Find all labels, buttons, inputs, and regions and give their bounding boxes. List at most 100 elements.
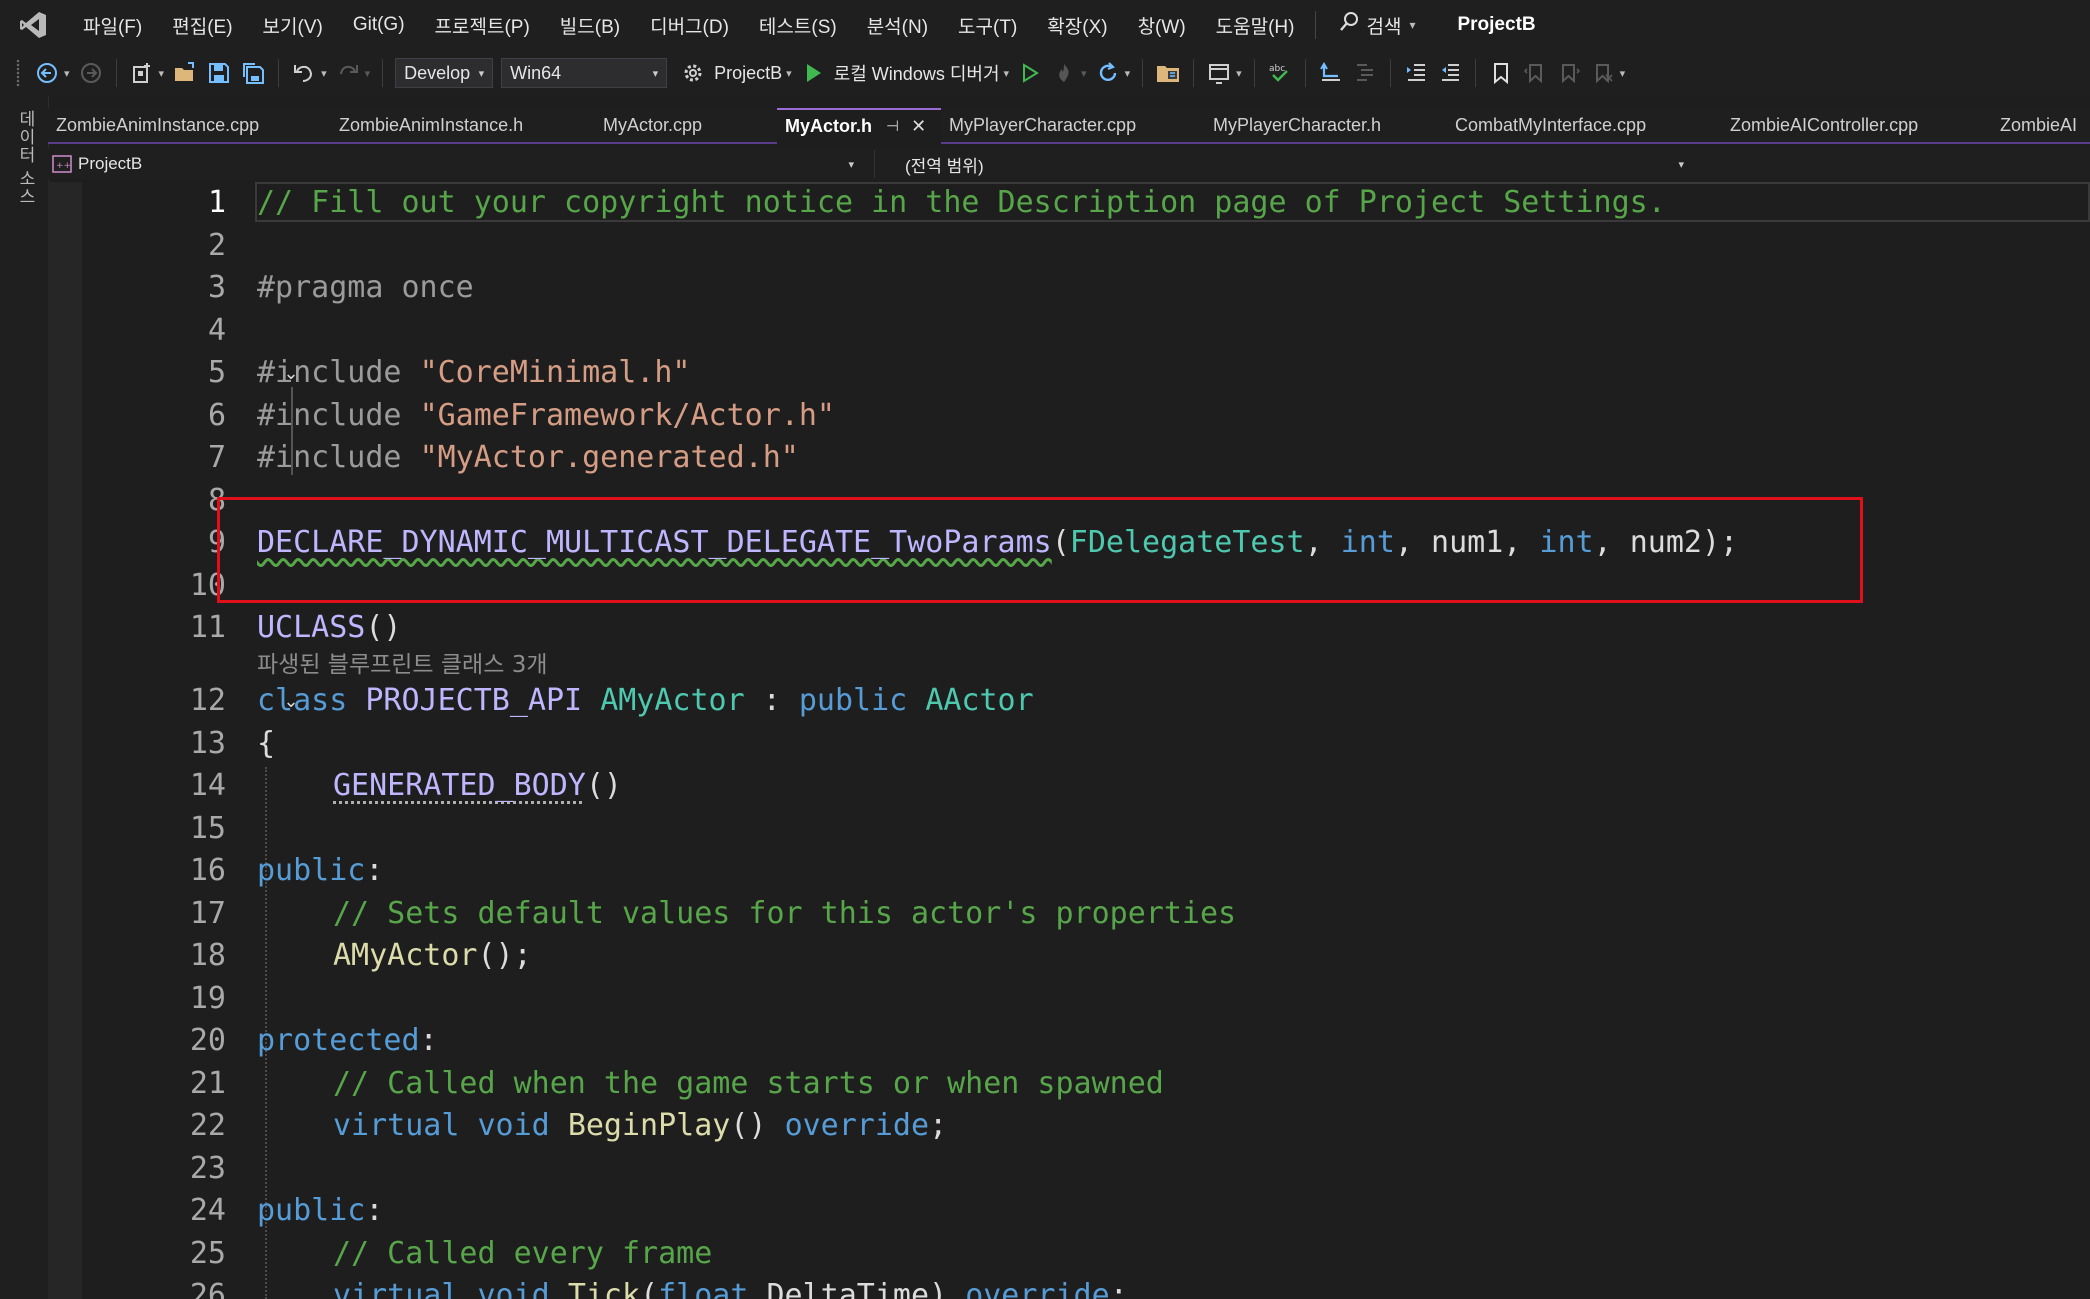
start-debugging-icon[interactable]	[799, 59, 827, 87]
code-editor[interactable]: 1 2 3 4 5 6 7 8 9 10 11 12 13 14 15 16 1…	[48, 182, 2090, 1299]
chevron-down-icon: ▾	[478, 67, 485, 80]
start-without-debugging-icon[interactable]	[1016, 59, 1044, 87]
spell-check-icon[interactable]: abc	[1266, 59, 1294, 87]
chevron-down-icon[interactable]: ▾	[1081, 67, 1087, 80]
bookmark-icon[interactable]	[1487, 59, 1515, 87]
keyword-void: void	[477, 1278, 568, 1299]
startup-project-label[interactable]: ProjectB	[714, 63, 782, 84]
gear-icon[interactable]	[679, 59, 707, 87]
tab-myplayercharacter-h[interactable]: MyPlayerCharacter.h	[1205, 108, 1447, 144]
menu-window[interactable]: 창(W)	[1123, 12, 1201, 39]
chevron-down-icon[interactable]: ▾	[1125, 67, 1131, 80]
tab-myactor-h[interactable]: MyActor.h ⊣ ✕	[777, 108, 941, 144]
menu-git[interactable]: Git(G)	[338, 14, 420, 36]
navigate-back-icon[interactable]	[33, 59, 61, 87]
undo-icon[interactable]	[290, 59, 318, 87]
toolbar-overflow-icon[interactable]: ▾	[1620, 67, 1626, 80]
menu-build[interactable]: 빌드(B)	[545, 12, 635, 39]
tab-zombieaicontroller-cpp[interactable]: ZombieAIController.cpp	[1722, 108, 1992, 144]
toolbar-grip[interactable]	[16, 59, 20, 87]
tab-myactor-cpp[interactable]: MyActor.cpp	[595, 108, 777, 144]
code-line-22: virtual void BeginPlay() override;	[333, 1105, 947, 1147]
include-path: "CoreMinimal.h"	[419, 355, 691, 390]
menu-tools[interactable]: 도구(T)	[943, 12, 1032, 39]
search-button[interactable]: 검색 ▾	[1324, 11, 1429, 39]
menu-extensions[interactable]: 확장(X)	[1032, 12, 1122, 39]
menu-project[interactable]: 프로젝트(P)	[420, 12, 545, 39]
menu-test[interactable]: 테스트(S)	[744, 12, 852, 39]
code-line-3: #pragma once	[257, 270, 474, 305]
pin-tab-icon[interactable]: ⊣	[886, 117, 899, 135]
redo-icon[interactable]	[334, 59, 362, 87]
toolbar-separator	[1304, 59, 1306, 87]
include-path: "MyActor.generated.h"	[419, 440, 799, 475]
toolbar-separator	[1389, 59, 1391, 87]
menu-edit[interactable]: 편집(E)	[157, 12, 247, 39]
restart-icon[interactable]	[1094, 59, 1122, 87]
format-document-icon[interactable]	[1351, 59, 1379, 87]
code-token: ;	[929, 1108, 948, 1143]
toolbar-separator	[382, 59, 384, 87]
tab-label: ZombieAnimInstance.h	[339, 114, 524, 135]
code-token: (	[640, 1278, 659, 1299]
chevron-down-icon[interactable]: ▾	[365, 67, 371, 80]
toolbar-separator	[1474, 59, 1476, 87]
line-number: 18	[189, 938, 226, 973]
increase-indent-icon[interactable]	[1402, 59, 1430, 87]
code-token: ()	[585, 768, 622, 803]
codelens-derived-blueprints[interactable]: 파생된 블루프린트 클래스 3개	[257, 650, 548, 680]
menu-view[interactable]: 보기(V)	[248, 12, 338, 39]
tab-myplayercharacter-cpp[interactable]: MyPlayerCharacter.cpp	[941, 108, 1205, 144]
tab-label: ZombieAI	[2000, 114, 2078, 135]
chevron-down-icon[interactable]: ▾	[321, 67, 327, 80]
local-debugger-button[interactable]: 로컬 Windows 디버거	[834, 60, 1000, 86]
chevron-down-icon[interactable]: ▾	[1236, 67, 1242, 80]
previous-bookmark-icon[interactable]	[1521, 59, 1549, 87]
chevron-down-icon[interactable]: ▾	[159, 67, 165, 80]
code-line-26: virtual void Tick(float DeltaTime) overr…	[333, 1275, 1128, 1299]
document-tab-bar: ZombieAnimInstance.cpp ZombieAnimInstanc…	[48, 108, 2090, 144]
tab-combatmyinterface-cpp[interactable]: CombatMyInterface.cpp	[1447, 108, 1722, 144]
open-file-icon[interactable]	[171, 59, 199, 87]
solution-platform-dropdown[interactable]: Win64 ▾	[501, 58, 668, 88]
toolbar-separator	[1142, 59, 1144, 87]
next-bookmark-icon[interactable]	[1555, 59, 1583, 87]
menu-analyze[interactable]: 분석(N)	[852, 12, 943, 39]
navigate-forward-icon[interactable]	[77, 59, 105, 87]
menu-separator	[1315, 11, 1317, 39]
tab-zombieai-truncated[interactable]: ZombieAI	[1992, 108, 2090, 144]
tab-zombieaniminstance-h[interactable]: ZombieAnimInstance.h	[331, 108, 595, 144]
save-all-icon[interactable]	[239, 59, 267, 87]
chevron-down-icon[interactable]: ▾	[64, 67, 70, 80]
tab-label: MyActor.cpp	[603, 114, 703, 135]
code-token: DeltaTime)	[748, 1278, 966, 1299]
solution-explorer-folder-icon[interactable]	[1154, 59, 1182, 87]
hot-reload-icon[interactable]	[1050, 59, 1078, 87]
keyword-public: public	[257, 1193, 366, 1228]
save-icon[interactable]	[205, 59, 233, 87]
solution-configuration-dropdown[interactable]: Develop ▾	[395, 58, 494, 88]
keyword-public: public	[798, 683, 926, 718]
visual-studio-logo-icon[interactable]	[16, 8, 50, 42]
svg-text:abc: abc	[1269, 64, 1285, 74]
toolbar-separator	[1253, 59, 1255, 87]
menu-help[interactable]: 도움말(H)	[1201, 12, 1310, 39]
decrease-indent-icon[interactable]	[1436, 59, 1464, 87]
tab-zombieaniminstance-cpp[interactable]: ZombieAnimInstance.cpp	[48, 108, 331, 144]
menu-file[interactable]: 파일(F)	[68, 12, 157, 39]
global-scope-dropdown[interactable]: (전역 범위) ▾	[874, 150, 1690, 178]
chevron-down-icon[interactable]: ▾	[1004, 67, 1010, 80]
step-into-icon[interactable]	[1317, 59, 1345, 87]
line-number: 20	[189, 1023, 226, 1058]
uclass-macro: UCLASS	[257, 610, 366, 645]
data-sources-tab[interactable]: 데이터 소스	[13, 110, 38, 206]
window-layout-icon[interactable]	[1205, 59, 1233, 87]
project-scope-dropdown[interactable]: ++ ProjectB ▾	[48, 150, 860, 178]
toolbar-separator	[115, 59, 117, 87]
close-tab-icon[interactable]: ✕	[911, 116, 926, 137]
chevron-down-icon[interactable]: ▾	[786, 67, 792, 80]
glyph-margin[interactable]	[48, 182, 82, 1299]
clear-bookmarks-icon[interactable]	[1589, 59, 1617, 87]
new-project-icon[interactable]	[128, 59, 156, 87]
menu-debug[interactable]: 디버그(D)	[635, 12, 744, 39]
